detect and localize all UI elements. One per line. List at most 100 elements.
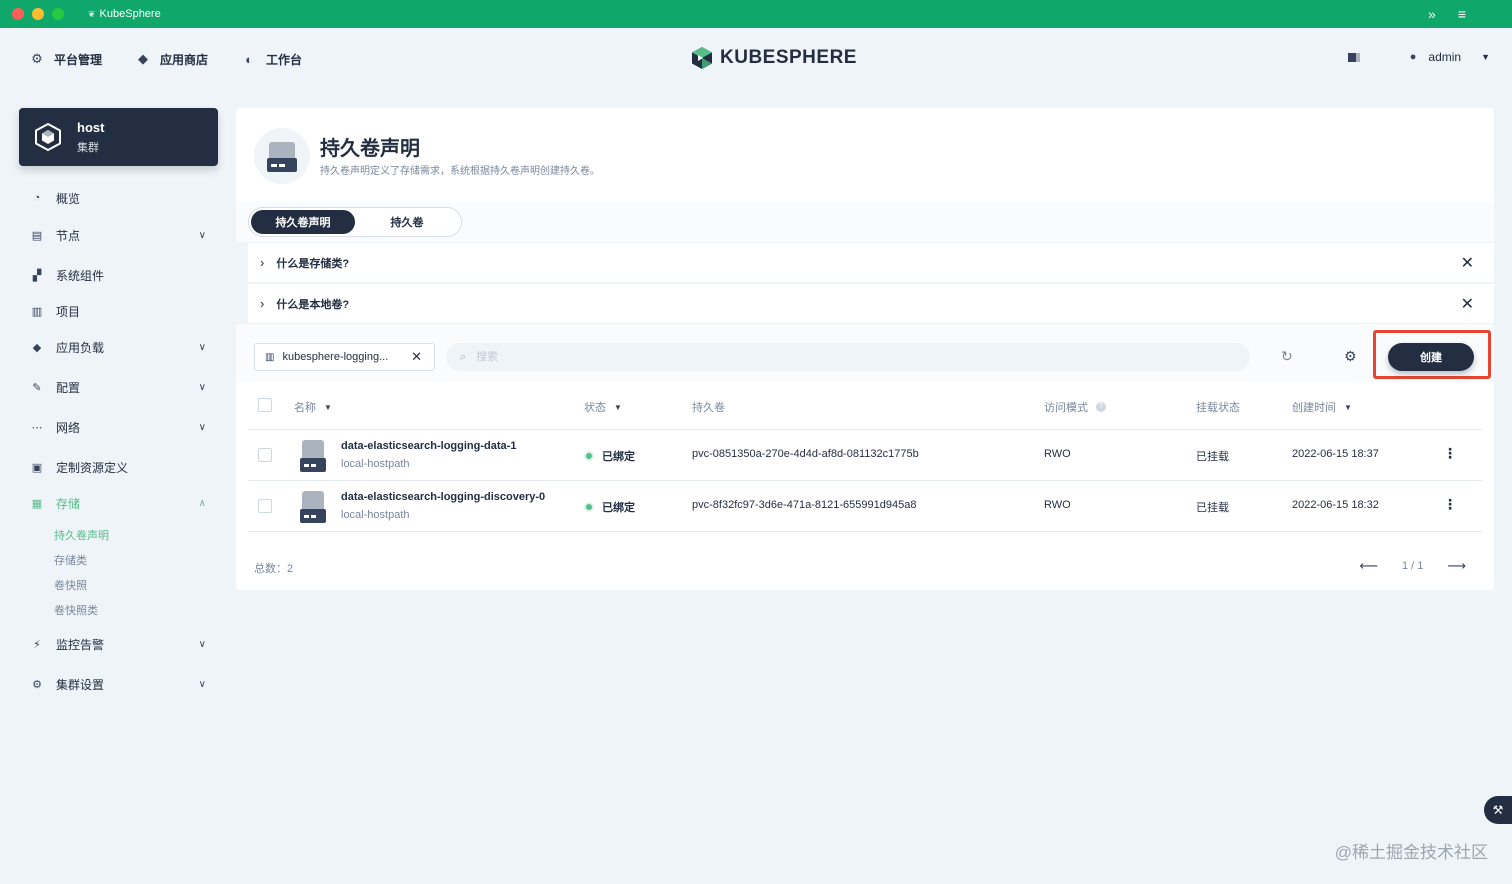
- pvc-header-icon: [254, 128, 310, 184]
- status-dot-icon: [586, 504, 592, 510]
- chevron-down-icon: ∨: [198, 638, 206, 650]
- zoom-window-button[interactable]: [52, 8, 64, 20]
- monitoring-icon: ⚡: [33, 638, 41, 651]
- user-icon: ●: [1409, 51, 1417, 63]
- faq-local-volume[interactable]: › 什么是本地卷? ✕: [248, 284, 1494, 323]
- row-checkbox[interactable]: [258, 499, 272, 513]
- sidebar-item-network[interactable]: ⋯ 网络 ∨: [30, 417, 210, 437]
- pv-name: pvc-0851350a-270e-4d4d-af8d-081132c1775b: [692, 448, 919, 460]
- table-row[interactable]: data-elasticsearch-logging-data-1 local-…: [248, 430, 1482, 481]
- gear-icon: ⚙: [32, 678, 42, 691]
- network-icon: ⋯: [31, 421, 43, 434]
- sort-caret-icon: ▼: [1344, 402, 1352, 412]
- page-header: 持久卷声明 持久卷声明定义了存储需求，系统根据持久卷声明创建持久卷。: [236, 108, 1494, 202]
- sidebar-subitem-pvc[interactable]: 持久卷声明: [54, 527, 109, 543]
- header-created[interactable]: 创建时间 ▼: [1292, 399, 1352, 415]
- gear-icon: ⚙: [31, 51, 43, 66]
- minimize-window-button[interactable]: [32, 8, 44, 20]
- sidebar-item-projects[interactable]: ▥ 项目: [30, 301, 210, 321]
- cluster-card[interactable]: host 集群: [19, 108, 218, 166]
- create-button[interactable]: 创建: [1388, 343, 1474, 371]
- sidebar-subitem-snapshot-class[interactable]: 卷快照类: [54, 602, 98, 618]
- leaf-icon: ❦: [88, 8, 96, 19]
- arrow-right-icon[interactable]: ⟶: [1447, 558, 1466, 574]
- pagination: ⟵ 1 / 1 ⟶: [1359, 558, 1466, 574]
- help-icon[interactable]: ?: [1096, 402, 1106, 412]
- search-bar[interactable]: ⌕: [446, 343, 1250, 371]
- cluster-type: 集群: [77, 141, 99, 154]
- arrow-left-icon[interactable]: ⟵: [1359, 558, 1378, 574]
- list-toolbar: ▥ kubesphere-logging... ✕ ⌕ ↻ ⚙ 创建: [236, 324, 1494, 382]
- global-nav: ⚙ 平台管理 ◆ 应用商店 ◐ 工作台: [30, 51, 302, 68]
- more-actions-icon[interactable]: ⋮: [1443, 445, 1457, 462]
- header-name[interactable]: 名称 ▼: [294, 399, 332, 415]
- chevron-down-icon: ∨: [198, 421, 206, 433]
- sidebar-item-storage[interactable]: ▦ 存储 ∧: [30, 493, 210, 513]
- select-all-checkbox[interactable]: [258, 398, 272, 412]
- table-row[interactable]: data-elasticsearch-logging-discovery-0 l…: [248, 481, 1482, 532]
- sidebar-subitem-storage-class[interactable]: 存储类: [54, 552, 87, 568]
- pvc-name-link[interactable]: data-elasticsearch-logging-discovery-0: [341, 491, 545, 503]
- chevron-down-icon: ∨: [198, 341, 206, 353]
- namespace-filter[interactable]: ▥ kubesphere-logging... ✕: [254, 343, 435, 371]
- sidebar-item-nodes[interactable]: ▤ 节点 ∨: [30, 225, 210, 245]
- clear-icon[interactable]: ✕: [411, 349, 422, 365]
- sidebar-item-cluster-settings[interactable]: ⚙ 集群设置 ∨: [30, 674, 210, 694]
- nav-app-store[interactable]: ◆ 应用商店: [136, 51, 208, 68]
- chevron-down-icon: ∨: [198, 381, 206, 393]
- header-access-mode: 访问模式 ?: [1044, 399, 1106, 415]
- faq-storage-class[interactable]: › 什么是存储类? ✕: [248, 243, 1494, 282]
- hamburger-menu-icon[interactable]: ≡: [1458, 6, 1466, 22]
- double-chevron-right-icon[interactable]: »: [1428, 6, 1436, 22]
- nav-workbench[interactable]: ◐ 工作台: [242, 51, 302, 68]
- close-icon[interactable]: ✕: [1461, 253, 1474, 273]
- pv-name: pvc-8f32fc97-3d6e-471a-8121-655991d945a8: [692, 499, 917, 511]
- close-window-button[interactable]: [12, 8, 24, 20]
- titlebar-actions: » ≡: [1428, 6, 1466, 22]
- status-dot-icon: [586, 453, 592, 459]
- top-navigation: ⚙ 平台管理 ◆ 应用商店 ◐ 工作台 KUBESPHERE ● admin ▼: [0, 28, 1512, 90]
- tab-group: 持久卷声明 持久卷: [248, 207, 462, 237]
- sidebar: host 集群 ◔ 概览 ▤ 节点 ∨ ▞ 系统组件 ▥ 项目 ◆ 应用负载 ∨…: [0, 90, 236, 884]
- sidebar-item-workloads[interactable]: ◆ 应用负载 ∨: [30, 337, 210, 357]
- search-input[interactable]: [476, 351, 1177, 363]
- user-menu[interactable]: ● admin ▼: [1410, 50, 1490, 64]
- page-description: 持久卷声明定义了存储需求，系统根据持久卷声明创建持久卷。: [320, 166, 600, 177]
- close-icon[interactable]: ✕: [1461, 294, 1474, 314]
- kubesphere-logo-icon: [692, 47, 712, 69]
- chevron-down-icon: ∨: [198, 229, 206, 241]
- created-time: 2022-06-15 18:32: [1292, 499, 1379, 511]
- settings-gear-icon[interactable]: ⚙: [1344, 348, 1357, 365]
- sidebar-item-crd[interactable]: ▣ 定制资源定义: [30, 457, 210, 477]
- toolbox-icon[interactable]: [1347, 52, 1360, 62]
- sidebar-item-config[interactable]: ✎ 配置 ∨: [30, 377, 210, 397]
- chevron-down-icon: ∨: [198, 678, 206, 690]
- floating-tool-button[interactable]: ⚒: [1484, 796, 1512, 824]
- volume-icon: [300, 491, 326, 523]
- storage-icon: ▦: [31, 497, 43, 510]
- access-mode: RWO: [1044, 448, 1071, 460]
- row-checkbox[interactable]: [258, 448, 272, 462]
- nav-platform-management[interactable]: ⚙ 平台管理: [30, 51, 102, 68]
- pvc-name-link[interactable]: data-elasticsearch-logging-data-1: [341, 440, 516, 452]
- sidebar-item-monitoring[interactable]: ⚡ 监控告警 ∨: [30, 634, 210, 654]
- more-actions-icon[interactable]: ⋮: [1443, 496, 1457, 513]
- sidebar-item-overview[interactable]: ◔ 概览: [30, 188, 210, 208]
- header-mount-status: 挂载状态: [1196, 402, 1240, 414]
- sidebar-item-system-components[interactable]: ▞ 系统组件: [30, 265, 210, 285]
- chevron-right-icon: ›: [260, 255, 265, 270]
- created-time: 2022-06-15 18:37: [1292, 448, 1379, 460]
- kubesphere-logo[interactable]: KUBESPHERE: [690, 46, 857, 70]
- header-status[interactable]: 状态 ▼: [584, 399, 622, 415]
- sort-caret-icon: ▼: [324, 402, 332, 412]
- refresh-icon[interactable]: ↻: [1281, 348, 1293, 365]
- top-right-actions: ● admin ▼: [1347, 50, 1490, 64]
- sidebar-subitem-snapshot[interactable]: 卷快照: [54, 577, 87, 593]
- page-title: 持久卷声明: [320, 138, 420, 160]
- components-icon: ▞: [32, 269, 42, 282]
- tab-pv[interactable]: 持久卷: [355, 210, 459, 234]
- tabs-bar: 持久卷声明 持久卷: [236, 202, 1494, 242]
- tab-pvc[interactable]: 持久卷声明: [251, 210, 355, 234]
- hammer-icon: ✎: [32, 381, 42, 394]
- header-volume: 持久卷: [692, 402, 725, 414]
